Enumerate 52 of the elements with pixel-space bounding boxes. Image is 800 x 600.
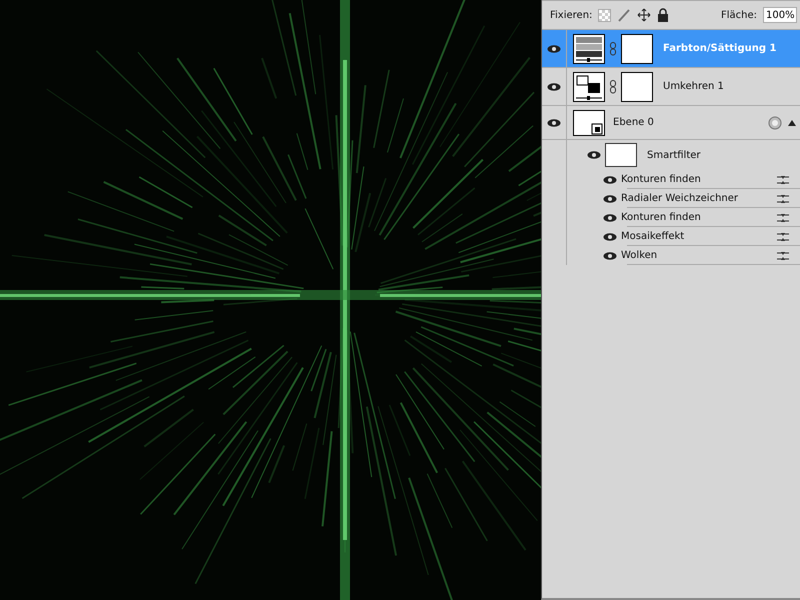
eye-icon xyxy=(547,118,561,128)
eye-icon xyxy=(603,232,617,242)
filter-row[interactable]: Mosaikeffekt xyxy=(566,227,800,246)
visibility-toggle[interactable] xyxy=(603,212,617,222)
mask-thumbnail xyxy=(621,72,653,102)
eye-icon xyxy=(603,250,617,260)
hue-saturation-thumbnail-icon xyxy=(573,34,605,64)
visibility-toggle[interactable] xyxy=(603,250,617,260)
blending-options-icon[interactable] xyxy=(776,212,790,222)
filter-row[interactable]: Radialer Weichzeichner xyxy=(566,189,800,208)
lock-label: Fixieren: xyxy=(550,10,592,20)
smart-filter-badge-icon xyxy=(768,116,782,130)
filter-name: Konturen finden xyxy=(621,174,701,185)
collapse-triangle-icon[interactable] xyxy=(788,120,796,126)
eye-icon xyxy=(603,212,617,222)
filter-name: Konturen finden xyxy=(621,212,701,223)
eye-icon xyxy=(547,82,561,92)
layer-name: Farbton/Sättigung 1 xyxy=(663,43,776,54)
layer-row[interactable]: Umkehren 1 xyxy=(542,68,800,106)
eye-icon xyxy=(603,174,617,184)
fill-field[interactable]: 100% xyxy=(763,7,797,23)
blending-options-icon[interactable] xyxy=(776,250,790,260)
eye-icon xyxy=(603,194,617,204)
filter-row[interactable]: Wolken xyxy=(566,246,800,265)
filter-row[interactable]: Konturen finden xyxy=(566,208,800,227)
eye-icon xyxy=(547,44,561,54)
filter-name: Wolken xyxy=(621,250,658,261)
chain-link-icon[interactable] xyxy=(610,42,616,56)
visibility-toggle[interactable] xyxy=(603,174,617,184)
brush-icon[interactable] xyxy=(617,8,632,22)
layer-name: Umkehren 1 xyxy=(663,81,724,92)
fill-label: Fläche: xyxy=(720,10,757,20)
blending-options-icon[interactable] xyxy=(776,194,790,204)
visibility-toggle[interactable] xyxy=(603,194,617,204)
filter-name: Mosaikeffekt xyxy=(621,231,684,242)
visibility-toggle[interactable] xyxy=(603,232,617,242)
chain-link-icon[interactable] xyxy=(610,80,616,94)
smart-filter-label: Smartfilter xyxy=(647,150,701,160)
filter-mask-thumbnail xyxy=(605,143,637,167)
filter-row[interactable]: Konturen finden xyxy=(566,170,800,189)
blending-options-icon[interactable] xyxy=(776,232,790,242)
eye-icon xyxy=(587,150,601,160)
smart-object-thumbnail-icon xyxy=(573,110,605,136)
move-icon[interactable] xyxy=(637,8,652,22)
layer-name: Ebene 0 xyxy=(613,117,654,128)
filter-name: Radialer Weichzeichner xyxy=(621,193,738,204)
layer-row[interactable]: Ebene 0 xyxy=(542,106,800,140)
mask-thumbnail xyxy=(621,34,653,64)
blending-options-icon[interactable] xyxy=(776,174,790,184)
invert-thumbnail-icon xyxy=(573,72,605,102)
visibility-toggle[interactable] xyxy=(587,150,601,160)
lock-icon[interactable] xyxy=(657,8,670,22)
